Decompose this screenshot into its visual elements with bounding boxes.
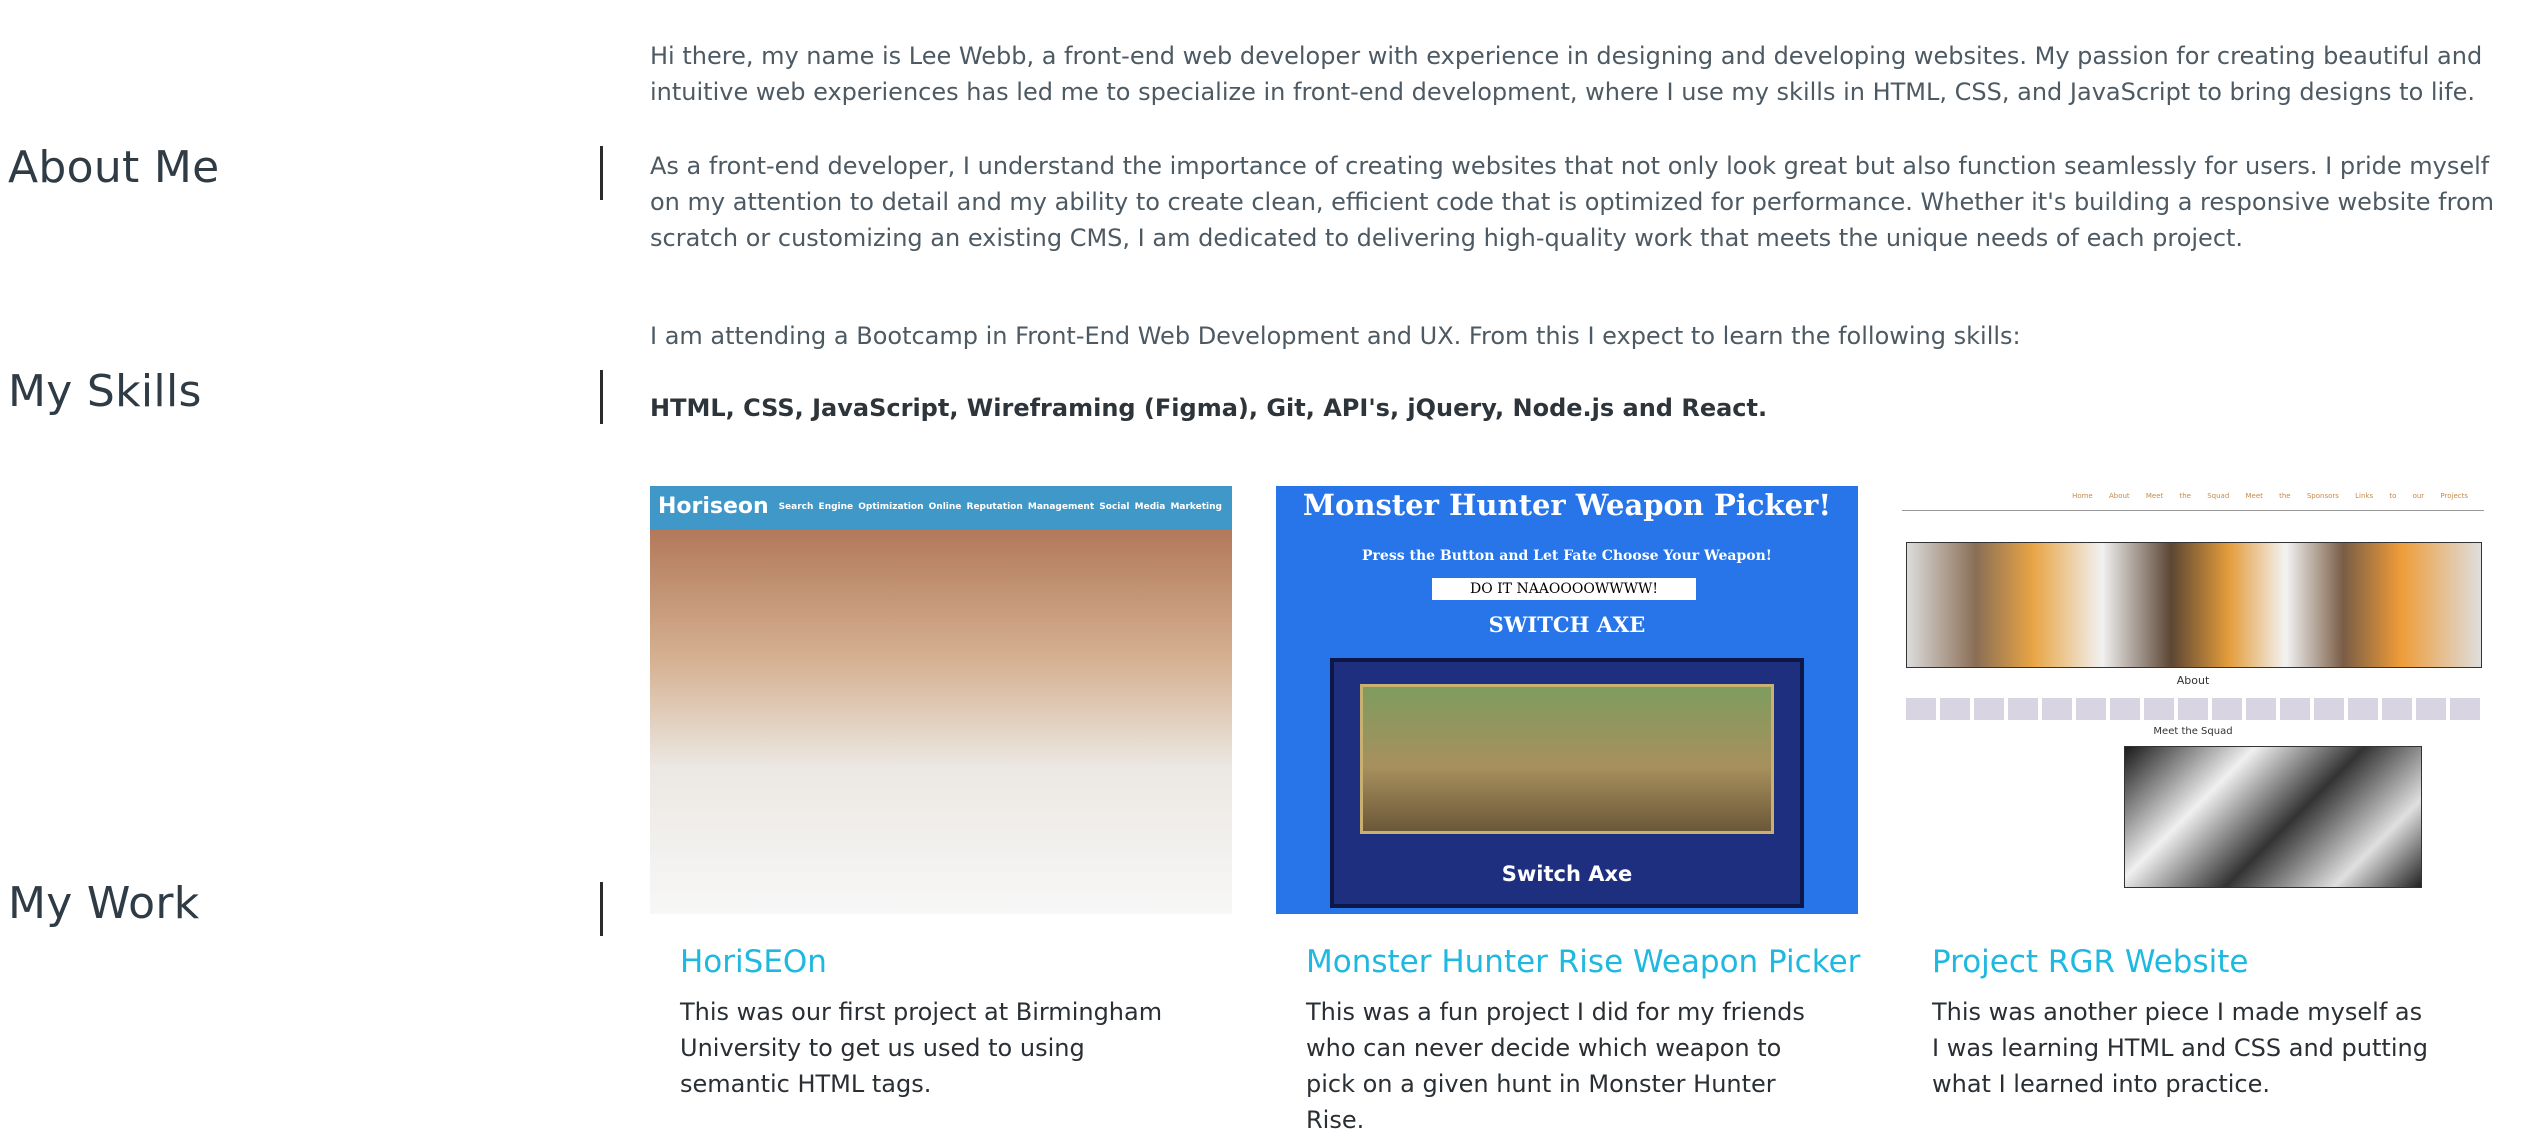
thumb-pick-button: DO IT NAAOOOOWWWW!: [1432, 578, 1696, 600]
thumb-about-heading: About: [2176, 674, 2210, 687]
project-thumbnail-monster-hunter[interactable]: Monster Hunter Weapon Picker! Press the …: [1276, 486, 1858, 914]
project-card-monster-hunter: Monster Hunter Weapon Picker! Press the …: [1276, 486, 1860, 1138]
thumb-weapon-name: SWITCH AXE: [1488, 612, 1646, 637]
project-thumbnail-rgr[interactable]: Home About Meet the Squad Meet the Spons…: [1902, 486, 2484, 914]
about-divider: [600, 146, 603, 200]
project-description: This was a fun project I did for my frie…: [1306, 998, 1805, 1134]
skills-heading: My Skills: [8, 366, 202, 417]
thumb-text-lines: [1906, 698, 2480, 720]
thumb-weapon-image: [1360, 684, 1774, 834]
project-description: This was another piece I made myself as …: [1932, 998, 2428, 1098]
thumb-logo: Horiseon: [658, 494, 769, 519]
about-paragraph-2: As a front-end developer, I understand t…: [650, 152, 2495, 252]
thumb-nav-links: Home About Meet the Squad Meet the Spons…: [2072, 492, 2468, 500]
thumb-team-photo: [650, 530, 1232, 914]
skills-list: HTML, CSS, JavaScript, Wireframing (Figm…: [650, 394, 1768, 422]
thumb-divider: [1902, 510, 2484, 511]
work-heading: My Work: [8, 878, 200, 929]
project-title-link[interactable]: HoriSEOn: [680, 944, 1232, 980]
thumb-squad-photo: [2124, 746, 2422, 888]
thumb-weapon-label: Switch Axe: [1501, 862, 1633, 886]
project-title-link[interactable]: Project RGR Website: [1932, 944, 2484, 980]
project-title-link[interactable]: Monster Hunter Rise Weapon Picker: [1306, 944, 1860, 980]
project-card-rgr: Home About Meet the Squad Meet the Spons…: [1902, 486, 2484, 1102]
skills-intro: I am attending a Bootcamp in Front-End W…: [650, 322, 2021, 350]
thumb-subheading: Press the Button and Let Fate Choose You…: [1362, 548, 1772, 564]
thumb-squad-heading: Meet the Squad: [2153, 726, 2233, 737]
project-description: This was our first project at Birmingham…: [680, 998, 1163, 1098]
thumb-banner-image: [1906, 542, 2482, 668]
thumb-heading: Monster Hunter Weapon Picker!: [1302, 488, 1832, 522]
project-card-horiseon: Horiseon Search Engine Optimization Onli…: [650, 486, 1232, 1102]
work-divider: [600, 882, 603, 936]
thumb-nav-bar: Horiseon Search Engine Optimization Onli…: [650, 486, 1232, 530]
about-heading: About Me: [8, 142, 220, 193]
thumb-nav-links: Search Engine Optimization Online Reputa…: [778, 502, 1222, 512]
about-paragraph-1: Hi there, my name is Lee Webb, a front-e…: [650, 42, 2483, 106]
thumb-weapon-frame: Switch Axe: [1330, 658, 1804, 908]
skills-divider: [600, 370, 603, 424]
project-thumbnail-horiseon[interactable]: Horiseon Search Engine Optimization Onli…: [650, 486, 1232, 914]
